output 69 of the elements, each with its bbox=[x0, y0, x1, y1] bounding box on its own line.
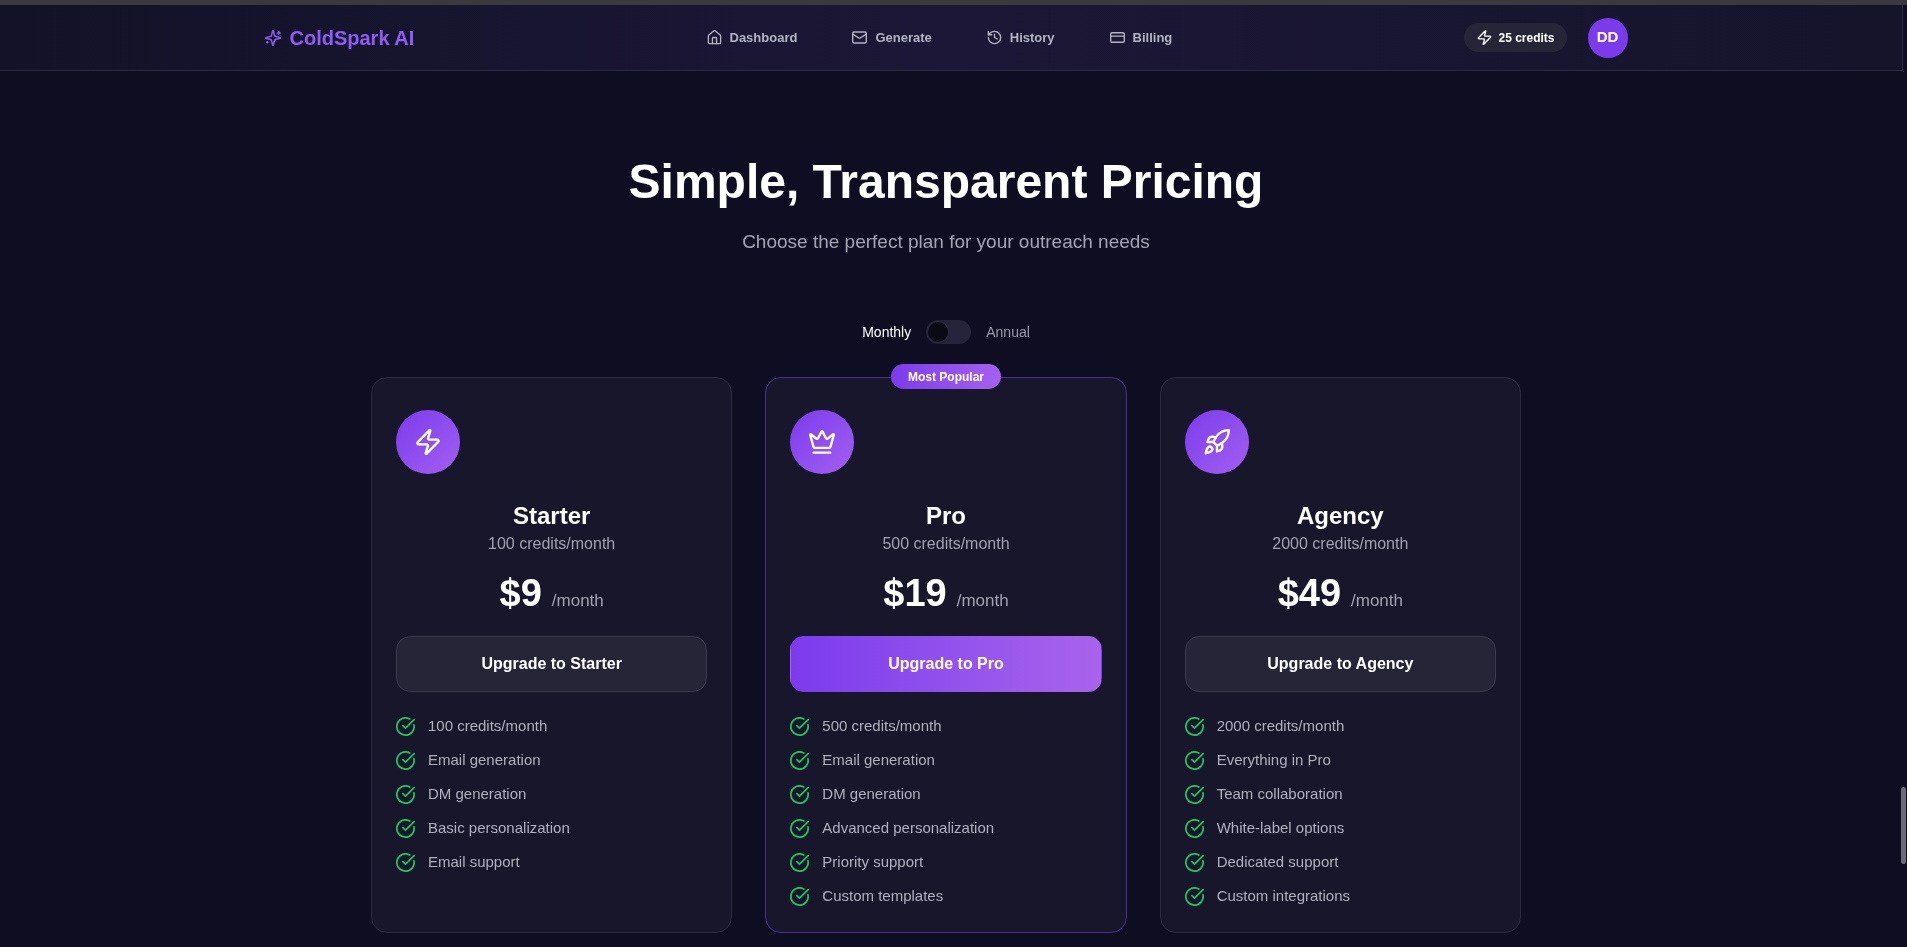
check-circle-icon bbox=[1184, 785, 1204, 804]
feature-text: Priority support bbox=[822, 852, 924, 873]
check-circle-icon bbox=[790, 819, 810, 838]
billing-toggle-switch[interactable] bbox=[926, 320, 972, 344]
billing-option-label: Monthly bbox=[862, 323, 912, 342]
check-circle-icon bbox=[790, 785, 810, 804]
most-popular-badge: Most Popular bbox=[891, 364, 1001, 389]
plan-credits: 2000 credits/month bbox=[1271, 534, 1410, 554]
mail-icon bbox=[852, 30, 868, 45]
nav-link[interactable]: Generate bbox=[844, 21, 940, 54]
upgrade-button[interactable]: Upgrade to Pro bbox=[790, 635, 1102, 692]
nav-link[interactable]: Billing bbox=[1101, 21, 1181, 54]
check-circle-icon bbox=[790, 853, 810, 872]
sparkles-icon bbox=[264, 29, 281, 46]
history-icon bbox=[986, 30, 1002, 45]
price-period: /month bbox=[551, 590, 604, 612]
plan-name: Starter bbox=[511, 501, 592, 531]
feature-text: Email generation bbox=[822, 750, 935, 771]
credit-card-icon bbox=[1109, 30, 1125, 45]
feature-text: Team collaboration bbox=[1216, 784, 1343, 805]
feature-text: Email support bbox=[428, 852, 520, 873]
feature-text: 2000 credits/month bbox=[1216, 716, 1345, 737]
check-circle-icon bbox=[396, 751, 415, 770]
page-subtitle: Choose the perfect plan for your outreach needs bbox=[742, 230, 1150, 254]
check-circle-icon bbox=[790, 751, 810, 770]
lightning-bolt-icon bbox=[1477, 30, 1493, 45]
page-title: Simple, Transparent Pricing bbox=[628, 155, 1264, 208]
feature-text: Basic personalization bbox=[428, 818, 570, 839]
check-circle-icon bbox=[1184, 887, 1204, 906]
check-circle-icon bbox=[790, 887, 810, 906]
feature-text: Custom integrations bbox=[1216, 886, 1351, 907]
check-circle-icon bbox=[790, 717, 810, 736]
upgrade-button[interactable]: Upgrade to Starter bbox=[396, 635, 708, 692]
plan-price: $49 bbox=[1277, 574, 1342, 612]
check-circle-icon bbox=[396, 785, 415, 804]
feature-text: Custom templates bbox=[822, 886, 944, 907]
check-circle-icon bbox=[396, 853, 415, 872]
nav-link[interactable]: History bbox=[978, 21, 1063, 54]
check-circle-icon bbox=[396, 819, 415, 838]
plan-credits: 500 credits/month bbox=[881, 534, 1011, 554]
credits-count: 25 credits bbox=[1498, 29, 1555, 46]
plan-name: Agency bbox=[1295, 501, 1385, 531]
feature-text: 500 credits/month bbox=[822, 716, 942, 737]
check-circle-icon bbox=[1184, 853, 1204, 872]
avatar-button[interactable]: DD bbox=[1587, 17, 1628, 58]
plan-name: Pro bbox=[925, 501, 967, 531]
plan-price: $19 bbox=[883, 574, 947, 612]
feature-text: DM generation bbox=[822, 784, 921, 805]
feature-text: Advanced personalization bbox=[822, 818, 995, 839]
check-circle-icon bbox=[1184, 751, 1204, 770]
plan-credits: 100 credits/month bbox=[487, 534, 617, 554]
feature-text: Dedicated support bbox=[1216, 852, 1339, 873]
price-period: /month bbox=[956, 590, 1009, 612]
upgrade-button[interactable]: Upgrade to Agency bbox=[1184, 635, 1496, 692]
check-circle-icon bbox=[1184, 819, 1204, 838]
feature-text: White-label options bbox=[1216, 818, 1345, 839]
check-circle-icon bbox=[396, 717, 415, 736]
feature-text: Everything in Pro bbox=[1216, 750, 1331, 771]
nav-link[interactable]: Dashboard bbox=[698, 21, 806, 54]
billing-option-label: Annual bbox=[986, 323, 1030, 342]
home-icon bbox=[706, 30, 722, 45]
scrollbar-thumb[interactable] bbox=[1901, 787, 1906, 864]
check-circle-icon bbox=[1184, 717, 1204, 736]
feature-text: DM generation bbox=[428, 784, 527, 805]
logo-link[interactable]: ColdSpark AI bbox=[264, 23, 415, 52]
plan-price: $9 bbox=[499, 574, 542, 612]
price-period: /month bbox=[1351, 590, 1403, 612]
feature-text: Email generation bbox=[428, 750, 541, 771]
feature-text: 100 credits/month bbox=[428, 716, 548, 737]
